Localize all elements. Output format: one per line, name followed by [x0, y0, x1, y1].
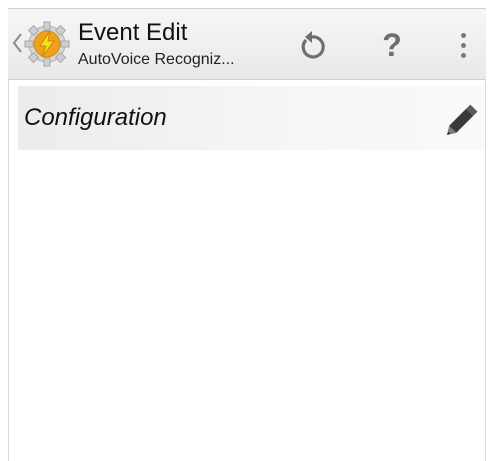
action-bar: Event Edit AutoVoice Recogniz... ?: [8, 8, 486, 80]
overflow-menu-icon: [460, 32, 466, 58]
overflow-menu-button[interactable]: [441, 23, 485, 67]
configuration-label: Configuration: [24, 104, 167, 131]
content-border-left: [8, 80, 9, 461]
configuration-row[interactable]: Configuration: [18, 86, 486, 150]
help-label: ?: [382, 27, 402, 63]
event-edit-screen: Event Edit AutoVoice Recogniz... ? Confi…: [0, 0, 491, 461]
undo-icon: [301, 31, 325, 59]
content-border-right: [485, 80, 486, 461]
tasker-app-icon[interactable]: [22, 19, 72, 69]
help-button[interactable]: ?: [370, 23, 414, 67]
page-subtitle: AutoVoice Recogniz...: [78, 51, 235, 68]
page-title: Event Edit: [78, 19, 188, 46]
pencil-icon[interactable]: [444, 98, 484, 138]
undo-button[interactable]: [290, 23, 334, 67]
